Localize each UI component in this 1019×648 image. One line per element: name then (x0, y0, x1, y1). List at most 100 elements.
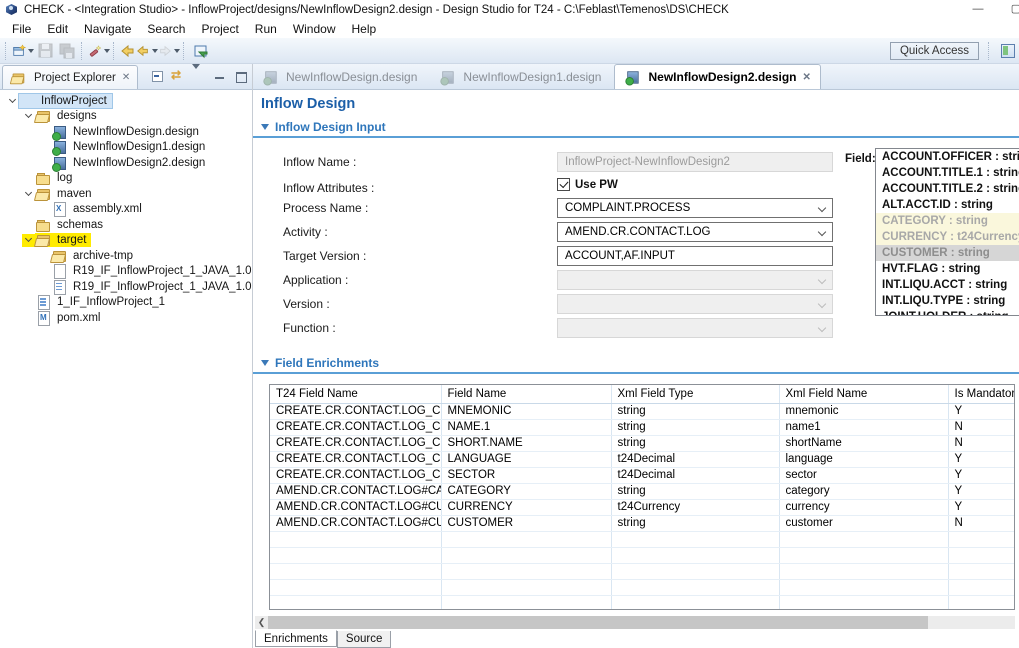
expand-chevron-icon[interactable] (25, 189, 32, 196)
view-menu-button[interactable] (192, 69, 206, 82)
expand-chevron-icon[interactable] (25, 111, 32, 118)
field-value-box[interactable]: ACCOUNT,AF.INPUT (557, 246, 833, 266)
table-row[interactable]: CREATE.CR.CONTACT.LOG_CCCL...NAME.1strin… (270, 419, 1015, 435)
menu-item-run[interactable]: Run (247, 22, 285, 36)
form-field-function[interactable] (557, 318, 833, 338)
column-header-xml-field-type[interactable]: Xml Field Type (611, 385, 779, 403)
external-tools-button[interactable] (88, 40, 110, 62)
form-field-application[interactable] (557, 270, 833, 290)
collapse-all-button[interactable] (150, 69, 164, 82)
collapse-section-icon[interactable] (261, 360, 269, 366)
forward-button[interactable] (158, 40, 180, 62)
column-header-xml-field-name[interactable]: Xml Field Name (779, 385, 948, 403)
table-row[interactable]: AMEND.CR.CONTACT.LOG#CATE...CATEGORYstri… (270, 483, 1015, 499)
minimize-button[interactable]: — (963, 2, 993, 18)
table-row[interactable]: AMEND.CR.CONTACT.LOG#CURR...CURRENCYt24C… (270, 499, 1015, 515)
tree-item-designs[interactable]: designs (0, 109, 252, 125)
maximize-view-button[interactable] (234, 69, 248, 82)
column-header-field-name[interactable]: Field Name (441, 385, 611, 403)
field-list-item[interactable]: HVT.FLAG : string (876, 261, 1019, 277)
link-with-editor-button[interactable]: ⇄ (171, 69, 185, 82)
checkbox-checked-icon[interactable] (557, 178, 570, 191)
tree-item-newinflowdesign-design[interactable]: NewInflowDesign.design (0, 124, 252, 140)
table-row[interactable]: CREATE.CR.CONTACT.LOG_CCCL...SHORT.NAMEs… (270, 435, 1015, 451)
horizontal-scrollbar[interactable]: ❮ (255, 616, 1015, 629)
menu-item-search[interactable]: Search (139, 22, 193, 36)
twisty-slot[interactable] (22, 234, 35, 247)
forward-dropdown-arrow[interactable] (174, 49, 180, 53)
tree-item-newinflowdesign1-design[interactable]: NewInflowDesign1.design (0, 140, 252, 156)
perspective-icon[interactable] (999, 43, 1017, 59)
column-header-t24-field-name[interactable]: T24 Field Name (270, 385, 441, 403)
menu-item-edit[interactable]: Edit (39, 22, 76, 36)
twisty-slot[interactable] (22, 187, 35, 200)
tree-item-pom-xml[interactable]: pom.xml (0, 310, 252, 326)
bottom-tab-source[interactable]: Source (337, 631, 391, 648)
menu-item-help[interactable]: Help (344, 22, 385, 36)
section-title[interactable]: Field Enrichments (275, 356, 379, 370)
tree-item-target[interactable]: target (0, 233, 252, 249)
scrollbar-thumb[interactable] (268, 616, 928, 629)
field-list-item[interactable]: INT.LIQU.TYPE : string (876, 293, 1019, 309)
menu-item-window[interactable]: Window (285, 22, 344, 36)
close-view-icon[interactable]: ✕ (122, 72, 130, 83)
table-row[interactable]: CREATE.CR.CONTACT.LOG_CCCL...LANGUAGEt24… (270, 451, 1015, 467)
field-value-box[interactable]: COMPLAINT.PROCESS (557, 198, 833, 218)
form-field-target-version[interactable]: ACCOUNT,AF.INPUT (557, 246, 833, 266)
section-title[interactable]: Inflow Design Input (275, 120, 386, 134)
tree-item-r19-if-inflowproject-1-java-1-0-jar[interactable]: R19_IF_InflowProject_1_JAVA_1.0.jar (0, 264, 252, 280)
tree-item-log[interactable]: log (0, 171, 252, 187)
form-field-activity[interactable]: AMEND.CR.CONTACT.LOG (557, 222, 833, 242)
field-list-item[interactable]: ACCOUNT.TITLE.2 : string (876, 181, 1019, 197)
tree-item-r19-if-inflowproject-1-java-1-0-tar[interactable]: R19_IF_InflowProject_1_JAVA_1.0.tar (0, 279, 252, 295)
field-list-item[interactable]: ACCOUNT.OFFICER : string (876, 149, 1019, 165)
field-list-item[interactable]: ALT.ACCT.ID : string (876, 197, 1019, 213)
field-list-item[interactable]: CURRENCY : t24Currency (876, 229, 1019, 245)
expand-chevron-icon[interactable] (25, 235, 32, 242)
twisty-slot[interactable] (6, 94, 19, 107)
tree-item-newinflowdesign2-design[interactable]: NewInflowDesign2.design (0, 155, 252, 171)
field-list-item[interactable]: ACCOUNT.TITLE.1 : string (876, 165, 1019, 181)
external-tools-dropdown-arrow[interactable] (104, 49, 110, 53)
menu-item-navigate[interactable]: Navigate (76, 22, 139, 36)
table-row[interactable]: CREATE.CR.CONTACT.LOG_CCCL...MNEMONICstr… (270, 403, 1015, 419)
editor-tab-newinflowdesign-design[interactable]: NewInflowDesign.design (253, 64, 430, 89)
column-header-is-mandatory[interactable]: Is Mandatory (948, 385, 1015, 403)
form-field-version[interactable] (557, 294, 833, 314)
minimize-view-button[interactable] (213, 69, 227, 82)
bottom-tab-enrichments[interactable]: Enrichments (255, 630, 337, 647)
save-button[interactable] (34, 40, 56, 62)
back-button[interactable] (120, 40, 136, 62)
editor-tab-newinflowdesign1-design[interactable]: NewInflowDesign1.design (430, 64, 614, 89)
maximize-button[interactable]: ▢ (1001, 2, 1019, 18)
collapse-section-icon[interactable] (261, 124, 269, 130)
tree-item-archive-tmp[interactable]: archive-tmp (0, 248, 252, 264)
expand-chevron-icon[interactable] (9, 96, 16, 103)
scroll-left-button[interactable]: ❮ (255, 616, 268, 629)
field-list-item[interactable]: CATEGORY : string (876, 213, 1019, 229)
field-value-box[interactable]: AMEND.CR.CONTACT.LOG (557, 222, 833, 242)
form-field-process-name[interactable]: COMPLAINT.PROCESS (557, 198, 833, 218)
tree-item-maven[interactable]: maven (0, 186, 252, 202)
tab-project-explorer[interactable]: Project Explorer ✕ (2, 65, 138, 89)
tree-item-inflowproject[interactable]: InflowProject (0, 93, 252, 109)
menu-item-file[interactable]: File (4, 22, 39, 36)
field-list-item[interactable]: JOINT.HOLDER : string (876, 309, 1019, 316)
menu-item-project[interactable]: Project (193, 22, 246, 36)
table-row[interactable]: AMEND.CR.CONTACT.LOG#CUST...CUSTOMERstri… (270, 515, 1015, 531)
close-tab-icon[interactable]: ✕ (803, 72, 811, 83)
field-list-item[interactable]: CUSTOMER : string (876, 245, 1019, 261)
field-list-item[interactable]: INT.LIQU.ACCT : string (876, 277, 1019, 293)
quick-access-button[interactable]: Quick Access (890, 42, 979, 60)
back-history-button[interactable] (136, 40, 158, 62)
field-listbox[interactable]: ACCOUNT.OFFICER : stringACCOUNT.TITLE.1 … (875, 148, 1019, 316)
tree-item-assembly-xml[interactable]: assembly.xml (0, 202, 252, 218)
save-all-button[interactable] (56, 40, 78, 62)
last-edit-location-button[interactable] (190, 40, 212, 62)
editor-tab-newinflowdesign2-design[interactable]: NewInflowDesign2.design✕ (614, 64, 820, 89)
form-field-inflow-name[interactable]: InflowProject-NewInflowDesign2 (557, 152, 833, 172)
tree-item-1-if-inflowproject-1[interactable]: 1_IF_InflowProject_1 (0, 295, 252, 311)
tree-item-schemas[interactable]: schemas (0, 217, 252, 233)
table-row[interactable]: CREATE.CR.CONTACT.LOG_CCCL...SECTORt24De… (270, 467, 1015, 483)
twisty-slot[interactable] (22, 110, 35, 123)
